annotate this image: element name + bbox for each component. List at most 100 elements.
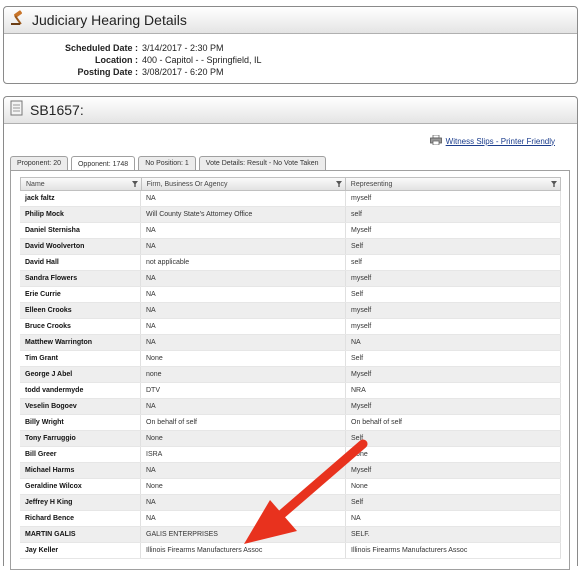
cell-name: Philip Mock [20, 207, 141, 222]
hearing-details-panel: Judiciary Hearing Details Scheduled Date… [3, 6, 578, 84]
witness-grid-container: Name Firm, Business Or Agency Representi… [10, 170, 570, 570]
table-row[interactable]: George J Abel none Myself [20, 367, 561, 383]
cell-representing: Self [346, 495, 561, 510]
table-row[interactable]: Erie Currie NA Self [20, 287, 561, 303]
cell-name: Erie Currie [20, 287, 141, 302]
cell-firm: NA [141, 319, 346, 334]
column-header-name[interactable]: Name [21, 178, 142, 190]
cell-name: Daniel Sternisha [20, 223, 141, 238]
cell-representing: myself [346, 319, 561, 334]
cell-firm: On behalf of self [141, 415, 346, 430]
cell-name: Geraldine Wilcox [20, 479, 141, 494]
posting-date-label: Posting Date : [77, 67, 138, 77]
table-row[interactable]: MARTIN GALIS GALIS ENTERPRISES SELF. [20, 527, 561, 543]
cell-name: Tony Farruggio [20, 431, 141, 446]
bill-header: SB1657: [4, 97, 577, 124]
cell-name: Matthew Warrington [20, 335, 141, 350]
grid-body: jack faltz NA myself Philip Mock Will County… [20, 191, 561, 559]
column-header-representing[interactable]: Representing [346, 178, 560, 190]
witness-grid: Name Firm, Business Or Agency Representi… [20, 177, 561, 559]
table-row[interactable]: Richard Bence NA NA [20, 511, 561, 527]
table-row[interactable]: Bruce Crooks NA myself [20, 319, 561, 335]
cell-firm: None [141, 479, 346, 494]
table-row[interactable]: Geraldine Wilcox None None [20, 479, 561, 495]
filter-icon[interactable] [131, 181, 138, 187]
grid-header: Name Firm, Business Or Agency Representi… [20, 177, 561, 191]
hearing-info: Scheduled Date : 3/14/2017 - 2:30 PM Loca… [4, 42, 577, 78]
cell-name: Michael Harms [20, 463, 141, 478]
filter-icon[interactable] [335, 181, 342, 187]
cell-name: todd vandermyde [20, 383, 141, 398]
page-title: Judiciary Hearing Details [32, 12, 187, 28]
table-row[interactable]: Matthew Warrington NA NA [20, 335, 561, 351]
cell-firm: NA [141, 495, 346, 510]
bill-title: SB1657: [30, 102, 84, 118]
cell-name: Billy Wright [20, 415, 141, 430]
cell-firm: NA [141, 191, 346, 206]
cell-representing: myself [346, 191, 561, 206]
table-row[interactable]: Sandra Flowers NA myself [20, 271, 561, 287]
cell-representing: Self [346, 431, 561, 446]
tab-no-position[interactable]: No Position: 1 [138, 156, 196, 170]
cell-name: jack faltz [20, 191, 141, 206]
cell-representing: None [346, 447, 561, 462]
table-row[interactable]: jack faltz NA myself [20, 191, 561, 207]
cell-firm: NA [141, 463, 346, 478]
cell-firm: none [141, 367, 346, 382]
cell-representing: self [346, 255, 561, 270]
table-row[interactable]: todd vandermyde DTV NRA [20, 383, 561, 399]
table-row[interactable]: Daniel Sternisha NA Myself [20, 223, 561, 239]
table-row[interactable]: Bill Greer ISRA None [20, 447, 561, 463]
posting-date-value: 3/08/2017 - 6:20 PM [142, 67, 224, 77]
filter-icon[interactable] [551, 181, 557, 187]
cell-representing: myself [346, 271, 561, 286]
cell-firm: GALIS ENTERPRISES [141, 527, 346, 542]
witness-slips-link-label[interactable]: Witness Slips - Printer Friendly [446, 137, 555, 146]
cell-firm: not applicable [141, 255, 346, 270]
cell-representing: None [346, 479, 561, 494]
cell-representing: Myself [346, 223, 561, 238]
bill-panel: SB1657: Witness Slips - Printer Friendly… [3, 96, 578, 570]
table-row[interactable]: Billy Wright On behalf of self On behalf o… [20, 415, 561, 431]
cell-name: Jay Keller [20, 543, 141, 558]
cell-firm: NA [141, 287, 346, 302]
cell-representing: myself [346, 303, 561, 318]
table-row[interactable]: Tim Grant None Self [20, 351, 561, 367]
gavel-icon [10, 9, 26, 31]
cell-name: Tim Grant [20, 351, 141, 366]
cell-representing: Myself [346, 367, 561, 382]
column-header-firm[interactable]: Firm, Business Or Agency [142, 178, 346, 190]
cell-firm: ISRA [141, 447, 346, 462]
location-value: 400 - Capitol - - Springfield, IL [142, 55, 262, 65]
tab-vote-details[interactable]: Vote Details: Result - No Vote Taken [198, 156, 326, 170]
cell-representing: Self [346, 239, 561, 254]
cell-firm: NA [141, 303, 346, 318]
scheduled-date-value: 3/14/2017 - 2:30 PM [142, 43, 224, 53]
cell-name: Sandra Flowers [20, 271, 141, 286]
table-row[interactable]: Philip Mock Will County State's Attorney … [20, 207, 561, 223]
table-row[interactable]: Jeffrey H King NA Self [20, 495, 561, 511]
cell-representing: Myself [346, 399, 561, 414]
table-row[interactable]: Elleen Crooks NA myself [20, 303, 561, 319]
cell-name: MARTIN GALIS [20, 527, 141, 542]
cell-name: Jeffrey H King [20, 495, 141, 510]
table-row[interactable]: Jay Keller Illinois Firearms Manufacturer… [20, 543, 561, 559]
table-row[interactable]: David Hall not applicable self [20, 255, 561, 271]
cell-representing: On behalf of self [346, 415, 561, 430]
tab-proponent[interactable]: Proponent: 20 [10, 156, 68, 170]
cell-representing: Self [346, 287, 561, 302]
tab-opponent[interactable]: Opponent: 1748 [70, 156, 136, 171]
cell-firm: NA [141, 335, 346, 350]
table-row[interactable]: Veselin Bogoev NA Myself [20, 399, 561, 415]
table-row[interactable]: Michael Harms NA Myself [20, 463, 561, 479]
cell-firm: NA [141, 399, 346, 414]
witness-slips-link[interactable]: Witness Slips - Printer Friendly [429, 134, 555, 147]
cell-name: Elleen Crooks [20, 303, 141, 318]
table-row[interactable]: Tony Farruggio None Self [20, 431, 561, 447]
hearing-details-header: Judiciary Hearing Details [4, 7, 577, 34]
cell-name: Bruce Crooks [20, 319, 141, 334]
scheduled-date-label: Scheduled Date : [64, 43, 138, 53]
column-firm-label: Firm, Business Or Agency [146, 180, 228, 188]
cell-firm: NA [141, 511, 346, 526]
table-row[interactable]: David Woolverton NA Self [20, 239, 561, 255]
